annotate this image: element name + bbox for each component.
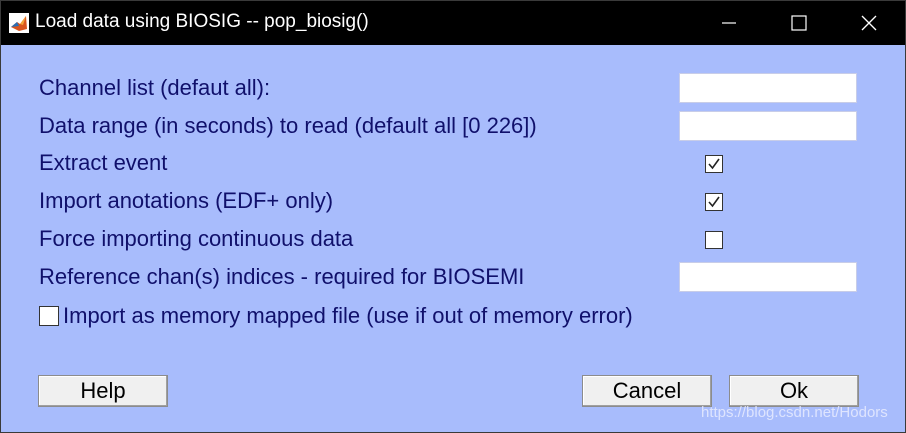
close-icon [861,15,877,31]
cancel-button[interactable]: Cancel [582,375,712,407]
force-continuous-label: Force importing continuous data [39,226,354,251]
help-button[interactable]: Help [38,375,168,407]
channel-list-label: Channel list (defaut all): [39,75,271,100]
dialog-content: Channel list (defaut all): Data range (i… [1,45,905,432]
dialog-window: Load data using BIOSIG -- pop_biosig() C… [0,0,906,433]
matlab-icon [9,13,29,33]
data-range-label: Data range (in seconds) to read (default… [39,113,537,138]
memory-mapped-label: Import as memory mapped file (use if out… [63,303,633,328]
ok-button[interactable]: Ok [729,375,859,407]
minimize-icon [721,15,737,31]
import-annotations-checkbox[interactable] [705,193,723,211]
data-range-input[interactable] [679,111,857,141]
title-bar[interactable]: Load data using BIOSIG -- pop_biosig() [1,1,905,45]
extract-event-label: Extract event [39,150,168,175]
force-continuous-checkbox[interactable] [705,231,723,249]
maximize-icon [791,15,807,31]
memory-mapped-checkbox[interactable] [39,306,59,326]
watermark: https://blog.csdn.net/Hodors [701,404,888,421]
extract-event-checkbox[interactable] [705,155,723,173]
window-title: Load data using BIOSIG -- pop_biosig() [35,11,369,32]
reference-chan-input[interactable] [679,262,857,292]
maximize-button[interactable] [776,1,822,45]
import-annotations-label: Import anotations (EDF+ only) [39,188,334,213]
minimize-button[interactable] [706,1,752,45]
close-button[interactable] [846,1,892,45]
reference-chan-label: Reference chan(s) indices - required for… [39,264,525,289]
channel-list-input[interactable] [679,73,857,103]
